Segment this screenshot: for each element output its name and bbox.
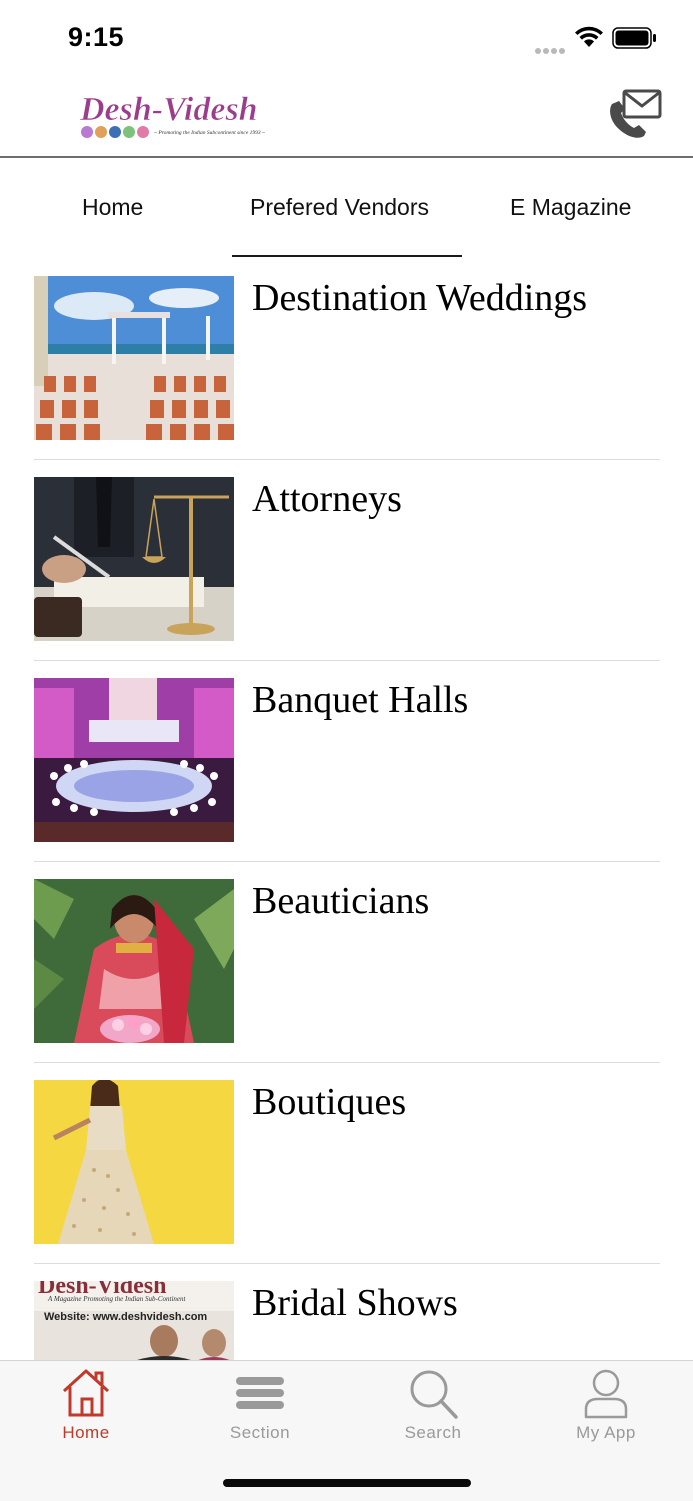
tab-home[interactable]: Home [82, 194, 143, 221]
cellular-signal-icon [535, 41, 567, 59]
home-indicator[interactable] [223, 1479, 471, 1487]
bridal-show-banner-photo: Desh-Videsh A Magazine Promoting the Ind… [34, 1281, 234, 1360]
vendor-list: Destination Weddings Attorneys Banquet H… [0, 258, 693, 1360]
scales-of-justice-photo [34, 477, 234, 641]
tab-e-magazine[interactable]: E Magazine [510, 194, 631, 221]
battery-icon [612, 27, 656, 49]
vendor-title: Beauticians [252, 880, 430, 922]
vendor-item-beauticians[interactable]: Beauticians [34, 861, 660, 1063]
bride-photo [34, 879, 234, 1043]
tabbar-section[interactable]: Section [190, 1361, 330, 1451]
top-tabs: Home Prefered Vendors E Magazine [0, 158, 693, 258]
tabbar-label: Section [229, 1423, 291, 1442]
tabbar-label: My App [576, 1423, 636, 1442]
vendor-item-boutiques[interactable]: Boutiques [34, 1062, 660, 1264]
vendor-item-banquet-halls[interactable]: Banquet Halls [34, 660, 660, 862]
home-icon [62, 1369, 110, 1417]
app-header: Desh-Videsh ~ Promoting the Indian Subco… [0, 76, 693, 158]
tabbar-search[interactable]: Search [363, 1361, 503, 1451]
vendor-title: Bridal Shows [252, 1282, 458, 1324]
phone-mail-icon[interactable] [606, 88, 664, 140]
vendor-item-destination-weddings[interactable]: Destination Weddings [34, 258, 660, 460]
menu-icon [236, 1377, 284, 1409]
status-time: 9:15 [68, 22, 125, 52]
svg-text:Desh-Videsh: Desh-Videsh [79, 91, 258, 128]
status-bar: 9:15 [0, 0, 693, 76]
active-tab-indicator [232, 255, 462, 257]
vendor-item-attorneys[interactable]: Attorneys [34, 459, 660, 661]
tabbar-label: Home [62, 1423, 110, 1442]
vendor-title: Banquet Halls [252, 679, 469, 721]
vendor-title: Destination Weddings [252, 277, 588, 319]
svg-text:~ Promoting the Indian Subcont: ~ Promoting the Indian Subcontinent sinc… [154, 130, 265, 136]
beach-wedding-photo [34, 276, 234, 440]
tabbar-home[interactable]: Home [16, 1361, 156, 1451]
desh-videsh-logo[interactable]: Desh-Videsh ~ Promoting the Indian Subco… [78, 86, 288, 144]
search-icon [410, 1370, 458, 1419]
banquet-hall-photo [34, 678, 234, 842]
vendor-title: Boutiques [252, 1081, 407, 1123]
tabbar-my-app[interactable]: My App [536, 1361, 676, 1451]
tab-prefered-vendors[interactable]: Prefered Vendors [250, 194, 429, 221]
wifi-icon [575, 26, 603, 47]
lehenga-model-photo [34, 1080, 234, 1244]
user-icon [584, 1369, 628, 1419]
tabbar-label: Search [404, 1423, 462, 1442]
vendor-title: Attorneys [252, 478, 402, 520]
bottom-tab-bar: Home Section Search My App [0, 1360, 693, 1501]
vendor-item-bridal-shows[interactable]: Desh-Videsh A Magazine Promoting the Ind… [34, 1263, 660, 1360]
